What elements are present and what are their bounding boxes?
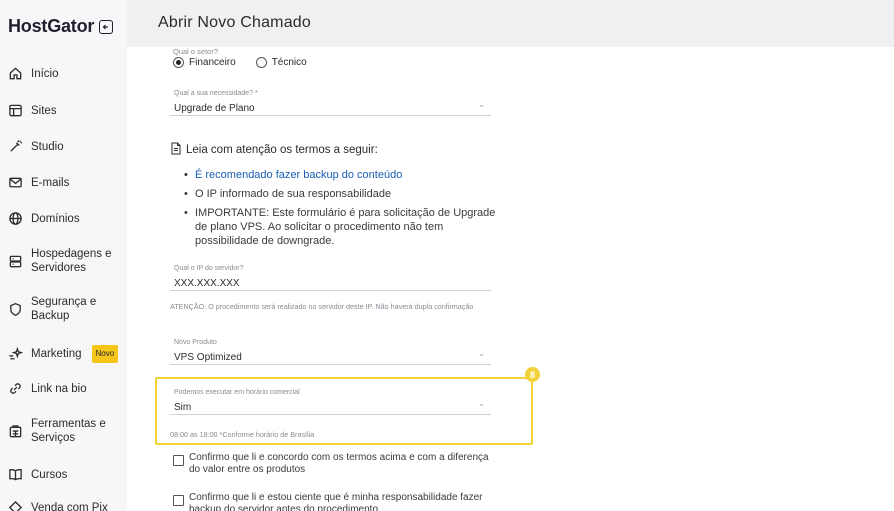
- sidebar-item-label: Venda com Pix: [31, 501, 108, 511]
- ip-warning-note: ATENÇÃO: O procedimento será realizado n…: [170, 302, 474, 311]
- confirm-backup-checkbox[interactable]: Confirmo que li e estou ciente que é min…: [173, 492, 493, 511]
- chevron-down-icon: ⌄: [478, 399, 485, 408]
- product-value: VPS Optimized: [174, 352, 242, 363]
- sidebar-item-label: Segurança e Backup: [31, 296, 97, 322]
- business-hours-select[interactable]: Podemos executar em horário comercial Si…: [170, 389, 491, 415]
- business-hours-label: Podemos executar em horário comercial: [174, 389, 300, 396]
- terms-title: Leia com atenção os termos a seguir:: [170, 142, 500, 158]
- terms-section: Leia com atenção os termos a seguir: É r…: [170, 142, 500, 253]
- page-title: Abrir Novo Chamado: [158, 14, 311, 31]
- sidebar-item-label: Studio: [31, 140, 64, 153]
- sidebar-item-label: Início: [31, 67, 59, 80]
- sparkle-icon: [8, 346, 23, 362]
- server-icon: [8, 254, 23, 269]
- collapse-sidebar-icon[interactable]: [99, 19, 114, 34]
- sidebar-item-seguranca[interactable]: Segurança e Backup: [8, 295, 101, 323]
- sidebar-item-label: Domínios: [31, 212, 80, 225]
- term-important: IMPORTANTE: Este formulário é para solic…: [184, 206, 500, 248]
- checkbox-box[interactable]: [173, 455, 184, 466]
- pix-icon: [8, 500, 23, 511]
- chevron-down-icon: ⌄: [478, 349, 485, 358]
- sidebar: HostGator Início Sites Studio E-mails Do…: [0, 0, 127, 511]
- sector-label: Qual o setor?: [173, 47, 219, 56]
- link-icon: [8, 381, 23, 396]
- need-label: Qual a sua necessidade? *: [174, 90, 258, 97]
- sidebar-item-link-na-bio[interactable]: Link na bio: [8, 381, 87, 396]
- new-badge: Novo: [91, 345, 119, 363]
- radio-circle: [255, 57, 267, 68]
- sidebar-item-sites[interactable]: Sites: [8, 103, 57, 118]
- top-bar: Abrir Novo Chamado: [127, 0, 894, 47]
- radio-tecnico[interactable]: Técnico: [255, 57, 307, 68]
- ip-label: Qual o IP do servidor?: [174, 265, 244, 272]
- ip-value: XXX.XXX.XXX: [174, 278, 240, 289]
- chevron-down-icon: ⌄: [478, 100, 485, 109]
- sidebar-item-label: Marketing: [31, 348, 82, 360]
- sidebar-item-studio[interactable]: Studio: [8, 139, 64, 154]
- sidebar-item-label: E-mails: [31, 176, 70, 189]
- step-number-badge: 8: [525, 367, 540, 382]
- sidebar-item-label: Link na bio: [31, 382, 87, 395]
- sidebar-item-label: Sites: [31, 104, 57, 117]
- radio-circle-selected: [173, 57, 184, 68]
- product-label: Novo Produto: [174, 339, 217, 346]
- sidebar-item-label: Cursos: [31, 468, 68, 481]
- need-select[interactable]: Qual a sua necessidade? * Upgrade de Pla…: [170, 90, 491, 116]
- home-icon: [8, 66, 23, 81]
- sidebar-item-cursos[interactable]: Cursos: [8, 467, 67, 482]
- checkbox-label: Confirmo que li e estou ciente que é min…: [189, 492, 483, 511]
- terms-title-text: Leia com atenção os termos a seguir:: [186, 144, 378, 156]
- browser-icon: [8, 103, 23, 118]
- term-backup-link[interactable]: É recomendado fazer backup do conteúdo: [184, 168, 500, 182]
- business-hours-value: Sim: [174, 402, 192, 413]
- book-icon: [8, 467, 23, 482]
- brand-name: HostGator: [8, 16, 95, 36]
- radio-label: Técnico: [271, 57, 307, 68]
- sidebar-item-label: Ferramentas e Serviços: [31, 418, 106, 444]
- tools-icon: [8, 424, 23, 439]
- checkbox-label: Confirmo que li e concordo com os termos…: [189, 452, 489, 475]
- mail-icon: [8, 175, 23, 190]
- product-select[interactable]: Novo Produto VPS Optimized ⌄: [170, 339, 491, 365]
- sidebar-item-dominios[interactable]: Domínios: [8, 211, 80, 226]
- terms-list: É recomendado fazer backup do conteúdo O…: [170, 168, 500, 248]
- ip-input[interactable]: Qual o IP do servidor? XXX.XXX.XXX: [170, 265, 491, 291]
- business-hours-note: 08:00 as 18:00 *Conforme horário de Bras…: [170, 430, 315, 439]
- sidebar-item-label: Hospedagens e Servidores: [31, 248, 112, 274]
- checkbox-box[interactable]: [173, 495, 184, 506]
- sidebar-item-venda-pix[interactable]: Venda com Pix: [8, 500, 108, 511]
- wand-icon: [8, 139, 23, 154]
- sector-radio-group: Financeiro Técnico: [173, 57, 307, 68]
- ticket-form: Qual o setor? Financeiro Técnico Qual a …: [127, 47, 894, 511]
- sidebar-item-emails[interactable]: E-mails: [8, 175, 69, 190]
- term-ip: O IP informado de sua responsabilidade: [184, 187, 500, 201]
- need-value: Upgrade de Plano: [174, 103, 255, 114]
- confirm-terms-checkbox[interactable]: Confirmo que li e concordo com os termos…: [173, 452, 493, 476]
- document-icon: [170, 142, 182, 158]
- sidebar-item-hospedagens[interactable]: Hospedagens e Servidores: [8, 247, 116, 275]
- globe-icon: [8, 211, 23, 226]
- hostgator-logo[interactable]: HostGator: [8, 16, 114, 37]
- sidebar-item-inicio[interactable]: Início: [8, 66, 59, 81]
- radio-label: Financeiro: [189, 57, 236, 68]
- radio-financeiro[interactable]: Financeiro: [173, 57, 236, 68]
- sidebar-item-marketing[interactable]: Marketing Novo: [8, 345, 119, 363]
- sidebar-item-ferramentas[interactable]: Ferramentas e Serviços: [8, 417, 109, 445]
- shield-icon: [8, 302, 23, 317]
